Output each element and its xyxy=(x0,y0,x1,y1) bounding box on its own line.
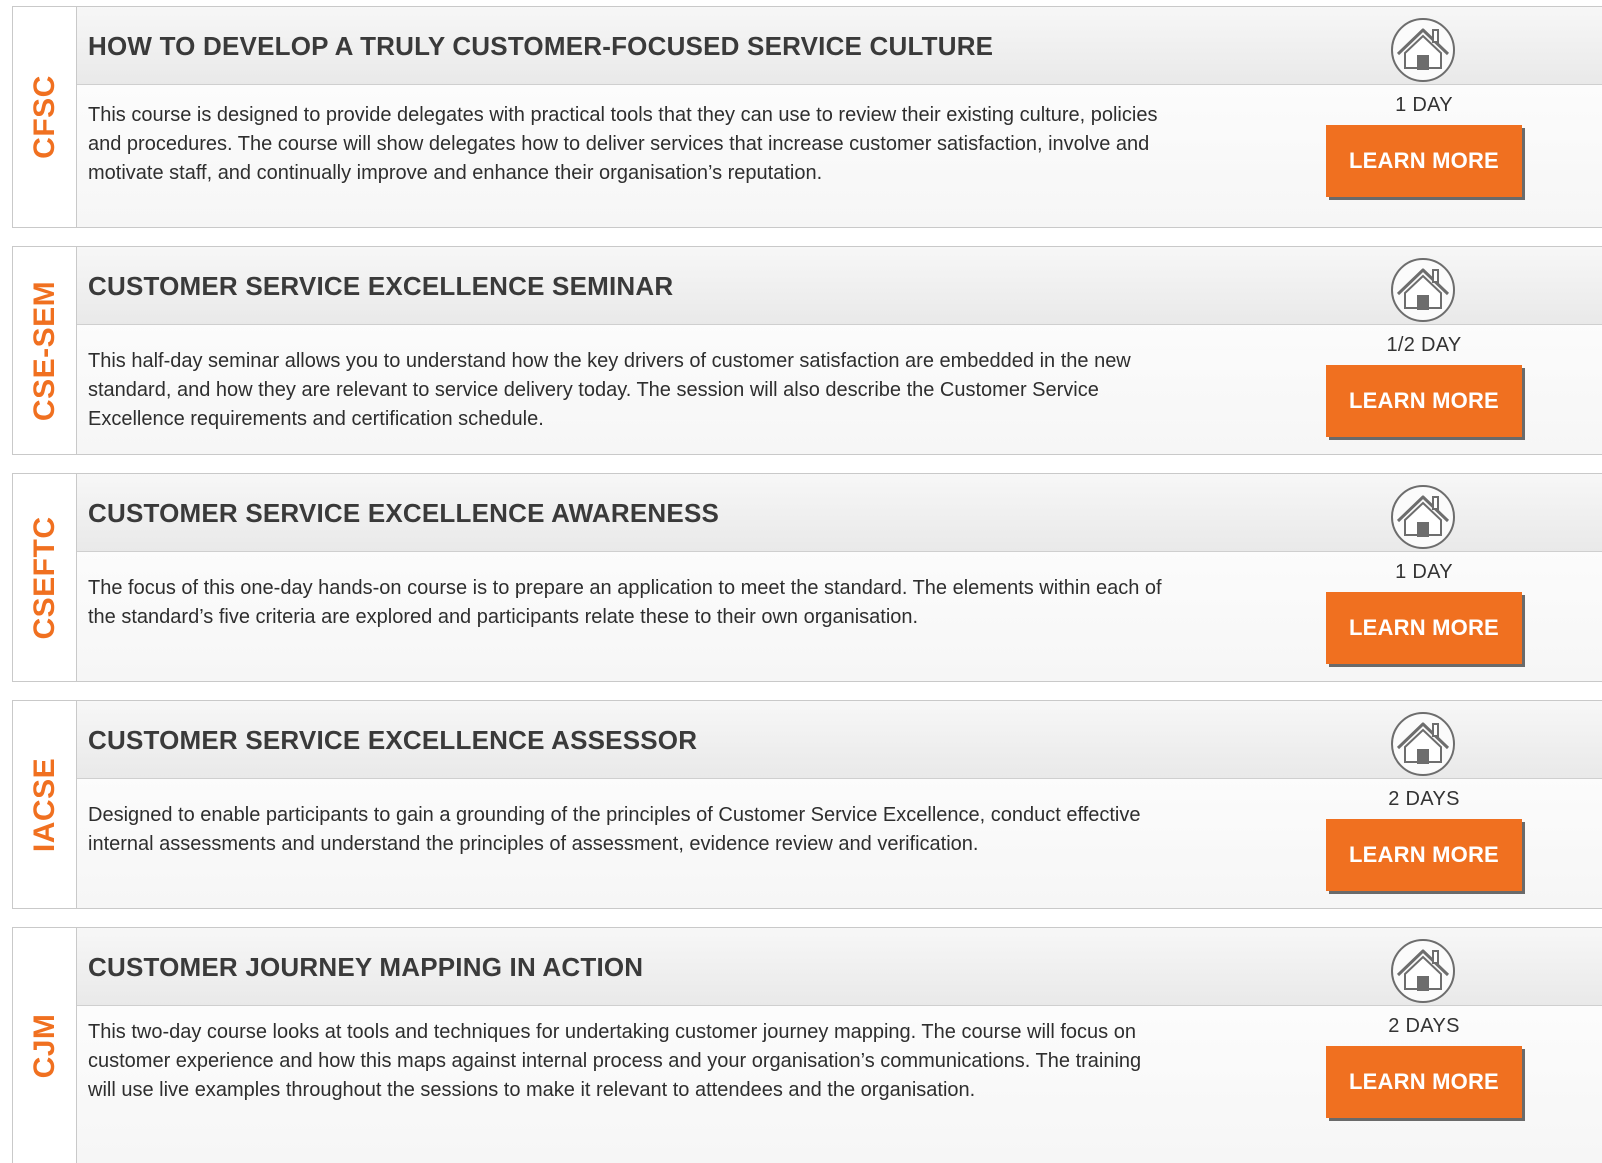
course-code-column: CJM xyxy=(13,928,77,1163)
course-card-cse-sem: CSE-SEM CUSTOMER SERVICE EXCELLENCE SEMI… xyxy=(12,246,1602,455)
course-title: CUSTOMER JOURNEY MAPPING IN ACTION xyxy=(88,952,644,982)
course-code-column: IACSE xyxy=(13,701,77,908)
learn-more-button[interactable]: LEARN MORE xyxy=(1326,365,1522,437)
course-card-iacse: IACSE CUSTOMER SERVICE EXCELLENCE ASSESS… xyxy=(12,700,1602,909)
course-code-column: CSE-SEM xyxy=(13,247,77,454)
course-list: CFSC HOW TO DEVELOP A TRULY CUSTOMER-FOC… xyxy=(0,0,1602,1163)
course-code: CSEFTC xyxy=(27,516,61,639)
course-actions: 1/2 DAY LEARN MORE xyxy=(1319,247,1529,454)
course-code: CSE-SEM xyxy=(27,280,61,421)
course-description: This two-day course looks at tools and t… xyxy=(88,1021,1142,1101)
course-title: CUSTOMER SERVICE EXCELLENCE SEMINAR xyxy=(88,271,674,301)
learn-more-button[interactable]: LEARN MORE xyxy=(1326,819,1522,891)
course-title: CUSTOMER SERVICE EXCELLENCE ASSESSOR xyxy=(88,725,698,755)
course-duration: 2 DAYS xyxy=(1388,1015,1460,1037)
course-code: CFSC xyxy=(27,75,61,159)
course-title: CUSTOMER SERVICE EXCELLENCE AWARENESS xyxy=(88,498,720,528)
course-card-cseftc: CSEFTC CUSTOMER SERVICE EXCELLENCE AWARE… xyxy=(12,473,1602,682)
home-icon xyxy=(1391,258,1455,322)
course-duration: 2 DAYS xyxy=(1388,788,1460,810)
course-code-column: CSEFTC xyxy=(13,474,77,681)
course-card-cfsc: CFSC HOW TO DEVELOP A TRULY CUSTOMER-FOC… xyxy=(12,6,1602,228)
course-main: HOW TO DEVELOP A TRULY CUSTOMER-FOCUSED … xyxy=(77,7,1602,227)
course-code: CJM xyxy=(27,1013,61,1078)
course-title: HOW TO DEVELOP A TRULY CUSTOMER-FOCUSED … xyxy=(88,31,994,61)
course-description: This half-day seminar allows you to unde… xyxy=(88,350,1131,430)
course-description: The focus of this one-day hands-on cours… xyxy=(88,577,1162,628)
learn-more-button[interactable]: LEARN MORE xyxy=(1326,592,1522,664)
course-duration: 1 DAY xyxy=(1395,561,1453,583)
course-actions: 2 DAYS LEARN MORE xyxy=(1319,701,1529,908)
course-main: CUSTOMER SERVICE EXCELLENCE ASSESSOR Des… xyxy=(77,701,1602,908)
course-description: This course is designed to provide deleg… xyxy=(88,104,1158,184)
home-icon xyxy=(1391,18,1455,82)
course-code: IACSE xyxy=(27,757,61,852)
home-icon xyxy=(1391,712,1455,776)
course-duration: 1/2 DAY xyxy=(1386,334,1462,356)
course-actions: 2 DAYS LEARN MORE xyxy=(1319,928,1529,1163)
learn-more-button[interactable]: LEARN MORE xyxy=(1326,1046,1522,1118)
course-main: CUSTOMER SERVICE EXCELLENCE AWARENESS Th… xyxy=(77,474,1602,681)
course-code-column: CFSC xyxy=(13,7,77,227)
home-icon xyxy=(1391,939,1455,1003)
learn-more-button[interactable]: LEARN MORE xyxy=(1326,125,1522,197)
course-actions: 1 DAY LEARN MORE xyxy=(1319,7,1529,227)
course-duration: 1 DAY xyxy=(1395,94,1453,116)
course-actions: 1 DAY LEARN MORE xyxy=(1319,474,1529,681)
course-main: CUSTOMER JOURNEY MAPPING IN ACTION This … xyxy=(77,928,1602,1163)
home-icon xyxy=(1391,485,1455,549)
course-description: Designed to enable participants to gain … xyxy=(88,804,1141,855)
course-card-cjm: CJM CUSTOMER JOURNEY MAPPING IN ACTION T… xyxy=(12,927,1602,1163)
course-main: CUSTOMER SERVICE EXCELLENCE SEMINAR This… xyxy=(77,247,1602,454)
